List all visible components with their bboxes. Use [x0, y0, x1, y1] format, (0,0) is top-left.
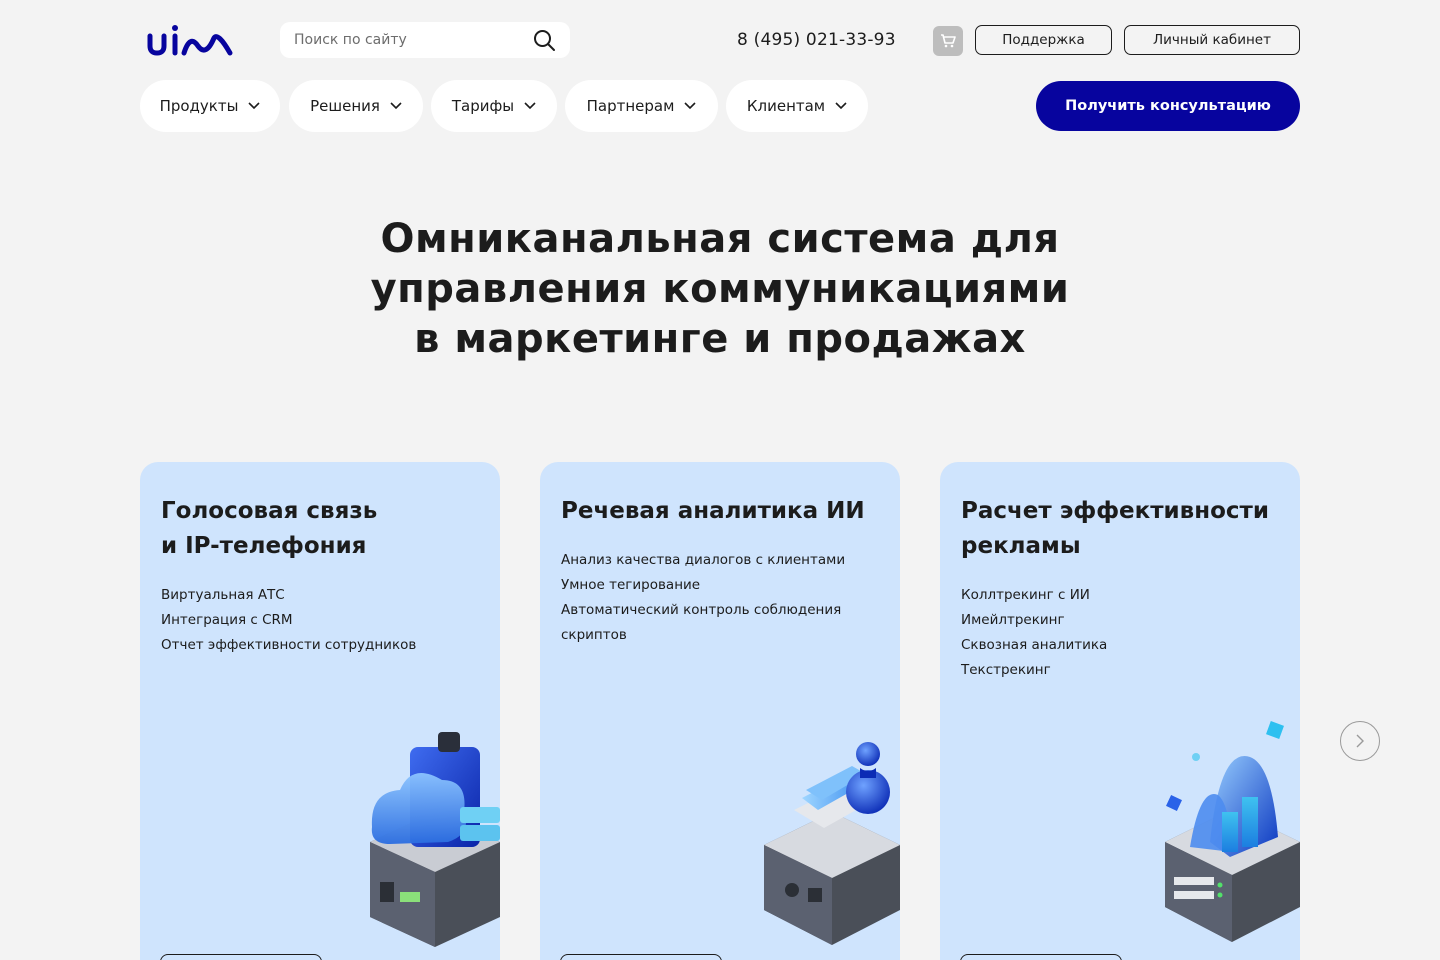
- analytics-box-illustration: [764, 742, 900, 945]
- card-feature[interactable]: Коллтрекинг с ИИ: [961, 583, 1281, 608]
- card-feature[interactable]: Сквозная аналитика: [961, 633, 1281, 658]
- personal-account-button[interactable]: Личный кабинет: [1124, 25, 1300, 55]
- hero-title-line: управления коммуникациями: [370, 266, 1070, 312]
- hero-title: Омниканальная система для управления ком…: [320, 214, 1120, 364]
- nav-item-tariffs[interactable]: Тарифы: [431, 80, 557, 132]
- nav-item-products[interactable]: Продукты: [140, 80, 280, 132]
- card-title-line: Речевая аналитика ИИ: [561, 498, 865, 524]
- card-title-line: Голосовая связь: [161, 498, 378, 524]
- get-consultation-button[interactable]: Получить консультацию: [1036, 81, 1300, 131]
- chevron-down-icon: [684, 102, 696, 110]
- product-card-speech-analytics[interactable]: Речевая аналитика ИИ Анализ качества диа…: [540, 462, 900, 960]
- chevron-down-icon: [835, 102, 847, 110]
- nav-item-clients[interactable]: Клиентам: [726, 80, 868, 132]
- cart-button[interactable]: [933, 26, 963, 56]
- card-feature[interactable]: Анализ качества диалогов с клиентами: [561, 548, 881, 573]
- chevron-down-icon: [390, 102, 402, 110]
- card-feature[interactable]: скриптов: [561, 623, 881, 648]
- nav-item-label: Клиентам: [746, 97, 826, 115]
- cloud-server-illustration: [370, 732, 500, 947]
- card-feature[interactable]: Интеграция с CRM: [161, 608, 481, 633]
- card-title: Речевая аналитика ИИ: [561, 494, 891, 529]
- search-box[interactable]: [280, 22, 570, 58]
- card-title: Расчет эффективности рекламы: [961, 494, 1291, 564]
- product-card-voice[interactable]: Голосовая связь и IP-телефония Виртуальн…: [140, 462, 500, 960]
- card-feature[interactable]: Отчет эффективности сотрудников: [161, 633, 481, 658]
- card-feature-list: Виртуальная АТС Интеграция с CRM Отчет э…: [161, 583, 481, 658]
- nav-item-label: Продукты: [159, 97, 239, 115]
- card-title-line: Расчет эффективности: [961, 498, 1269, 524]
- cart-icon: [941, 34, 956, 48]
- card-more-button[interactable]: [960, 954, 1122, 960]
- card-more-button[interactable]: [560, 954, 722, 960]
- nav-item-solutions[interactable]: Решения: [289, 80, 423, 132]
- support-button[interactable]: Поддержка: [975, 25, 1112, 55]
- card-feature-list: Коллтрекинг с ИИ Имейлтрекинг Сквозная а…: [961, 583, 1281, 683]
- chevron-right-icon: [1356, 734, 1364, 748]
- product-card-ad-efficiency[interactable]: Расчет эффективности рекламы Коллтрекинг…: [940, 462, 1300, 960]
- card-feature[interactable]: Умное тегирование: [561, 573, 881, 598]
- nav-item-label: Тарифы: [451, 97, 515, 115]
- carousel-next-button[interactable]: [1340, 721, 1380, 761]
- card-feature[interactable]: Виртуальная АТС: [161, 583, 481, 608]
- search-input[interactable]: [294, 32, 532, 48]
- card-more-button[interactable]: [160, 954, 322, 960]
- chevron-down-icon: [248, 102, 261, 110]
- nav-item-label: Решения: [310, 97, 380, 115]
- card-feature[interactable]: Текстрекинг: [961, 658, 1281, 683]
- hero-title-line: Омниканальная система для: [380, 216, 1060, 262]
- card-title-line: рекламы: [961, 533, 1081, 559]
- brand-logo[interactable]: [146, 24, 234, 58]
- phone-number[interactable]: 8 (495) 021-33-93: [737, 30, 896, 50]
- card-feature[interactable]: Имейлтрекинг: [961, 608, 1281, 633]
- hero-title-line: в маркетинге и продажах: [414, 316, 1026, 362]
- card-feature-list: Анализ качества диалогов с клиентами Умн…: [561, 548, 881, 648]
- nav-item-partners[interactable]: Партнерам: [565, 80, 718, 132]
- chevron-down-icon: [524, 102, 536, 110]
- card-feature[interactable]: Автоматический контроль соблюдения: [561, 598, 881, 623]
- nav-item-label: Партнерам: [586, 97, 675, 115]
- card-title-line: и IP-телефония: [161, 533, 367, 559]
- chart-server-illustration: [1165, 721, 1300, 942]
- search-icon[interactable]: [532, 28, 556, 52]
- card-title: Голосовая связь и IP-телефония: [161, 494, 491, 564]
